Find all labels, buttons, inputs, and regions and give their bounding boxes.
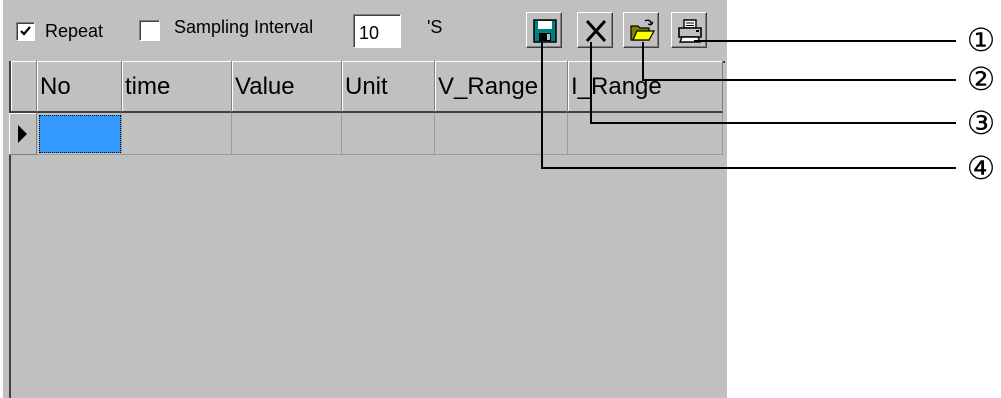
save-button[interactable] [526, 12, 562, 48]
panel-edge [0, 0, 3, 398]
grid-cell[interactable] [342, 113, 435, 155]
repeat-label: Repeat [45, 21, 104, 41]
column-header-no[interactable]: No [37, 61, 122, 113]
column-header-value[interactable]: Value [232, 61, 342, 113]
check-icon [20, 26, 31, 36]
grid-corner-header [11, 61, 37, 113]
callout-line-2-vertical [642, 42, 644, 81]
column-header-v-range[interactable]: V_Range [435, 61, 568, 113]
open-folder-button[interactable] [623, 12, 659, 48]
callout-number-4: ④ [966, 149, 996, 187]
selected-grid-cell[interactable] [39, 115, 121, 153]
callout-number-1: ① [966, 21, 996, 59]
delete-button[interactable] [577, 12, 613, 48]
grid-cell[interactable] [122, 113, 232, 155]
interval-unit-label: 'S [427, 17, 443, 37]
column-header-time[interactable]: time [122, 61, 232, 113]
callout-number-3: ③ [966, 104, 996, 142]
callout-number-2: ② [966, 60, 996, 98]
print-button[interactable] [671, 12, 707, 48]
sampling-interval-label: Sampling Interval [174, 17, 314, 37]
callout-line-1 [694, 40, 956, 42]
grid-cell[interactable] [435, 113, 568, 155]
sampling-checkbox[interactable] [139, 20, 160, 41]
callout-line-4-vertical [541, 42, 543, 169]
callout-line-3 [590, 122, 956, 124]
repeat-checkbox[interactable] [16, 22, 35, 41]
sampling-interval-input[interactable]: 10 [353, 14, 401, 48]
callout-line-3-vertical [590, 42, 592, 124]
callout-line-2 [642, 79, 956, 81]
floppy-disk-icon [533, 19, 557, 43]
open-folder-icon [630, 19, 655, 41]
callout-line-4 [541, 167, 956, 169]
current-row-indicator [9, 113, 37, 155]
x-icon [585, 19, 607, 43]
grid-cell[interactable] [232, 113, 342, 155]
column-header-unit[interactable]: Unit [342, 61, 435, 113]
